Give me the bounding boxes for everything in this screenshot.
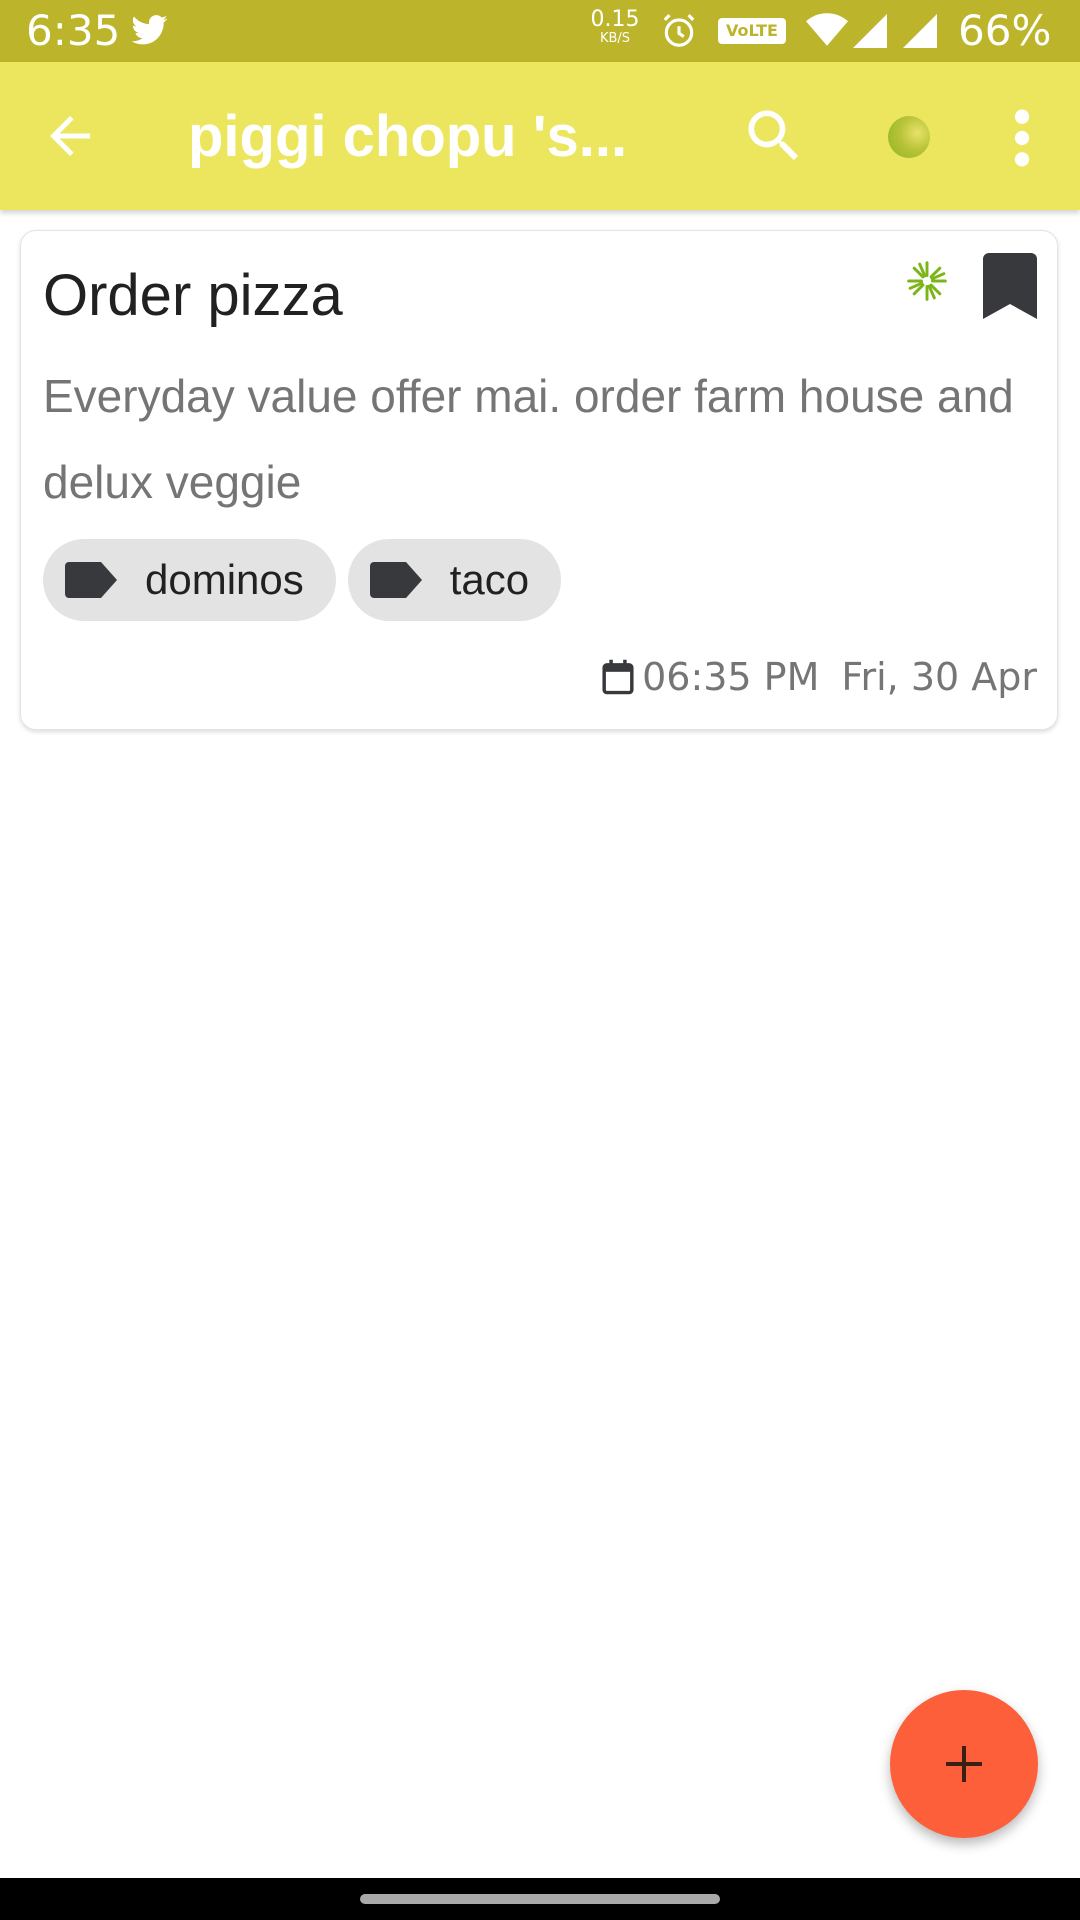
navigation-bar [0, 1878, 1080, 1920]
tag-label: dominos [145, 556, 304, 603]
tag-label: taco [449, 556, 530, 603]
color-theme-button[interactable] [888, 116, 930, 158]
reminder-datetime: 06:35 PM Fri, 30 Apr [600, 651, 1037, 703]
network-speed-unit: KB/S [599, 31, 631, 46]
twitter-icon [132, 15, 168, 45]
label-icon [369, 562, 422, 598]
volte-badge: VoLTE [718, 18, 786, 44]
plus-icon [946, 1746, 982, 1782]
tag-list: dominos taco [43, 539, 562, 621]
search-icon[interactable] [740, 102, 808, 170]
page-title: piggi chopu 's... [188, 104, 628, 169]
status-time: 6:35 [26, 6, 121, 55]
label-icon [65, 562, 117, 598]
wifi-icon [806, 13, 848, 46]
back-button[interactable] [40, 106, 100, 166]
note-body: Everyday value offer mai. order farm hou… [43, 370, 1014, 508]
home-gesture-bar[interactable] [360, 1894, 720, 1904]
more-vert-icon[interactable] [1004, 106, 1040, 170]
note-card[interactable]: Order pizza Everyday value offer mai. or… [20, 230, 1058, 730]
add-note-button[interactable] [890, 1690, 1038, 1838]
reminder-time: 06:35 PM [642, 655, 820, 699]
note-title: Order pizza [43, 263, 343, 328]
bookmark-icon[interactable] [983, 253, 1037, 319]
reminder-date: Fri, 30 Apr [841, 655, 1037, 699]
status-bar: 6:35 0.15 KB/S VoLTE 66% [0, 0, 1080, 62]
signal-icon [853, 14, 887, 48]
sparkle-icon [907, 261, 947, 301]
signal-icon-2 [903, 14, 937, 48]
network-speed-value: 0.15 [590, 7, 640, 32]
tag-chip-dominos[interactable]: dominos [43, 539, 336, 621]
network-speed: 0.15 KB/S [590, 8, 640, 46]
battery-percentage: 66% [958, 6, 1052, 55]
alarm-icon [663, 14, 695, 47]
tag-chip-taco[interactable]: taco [347, 539, 562, 621]
calendar-icon [602, 659, 634, 695]
app-bar: piggi chopu 's... [0, 62, 1080, 210]
